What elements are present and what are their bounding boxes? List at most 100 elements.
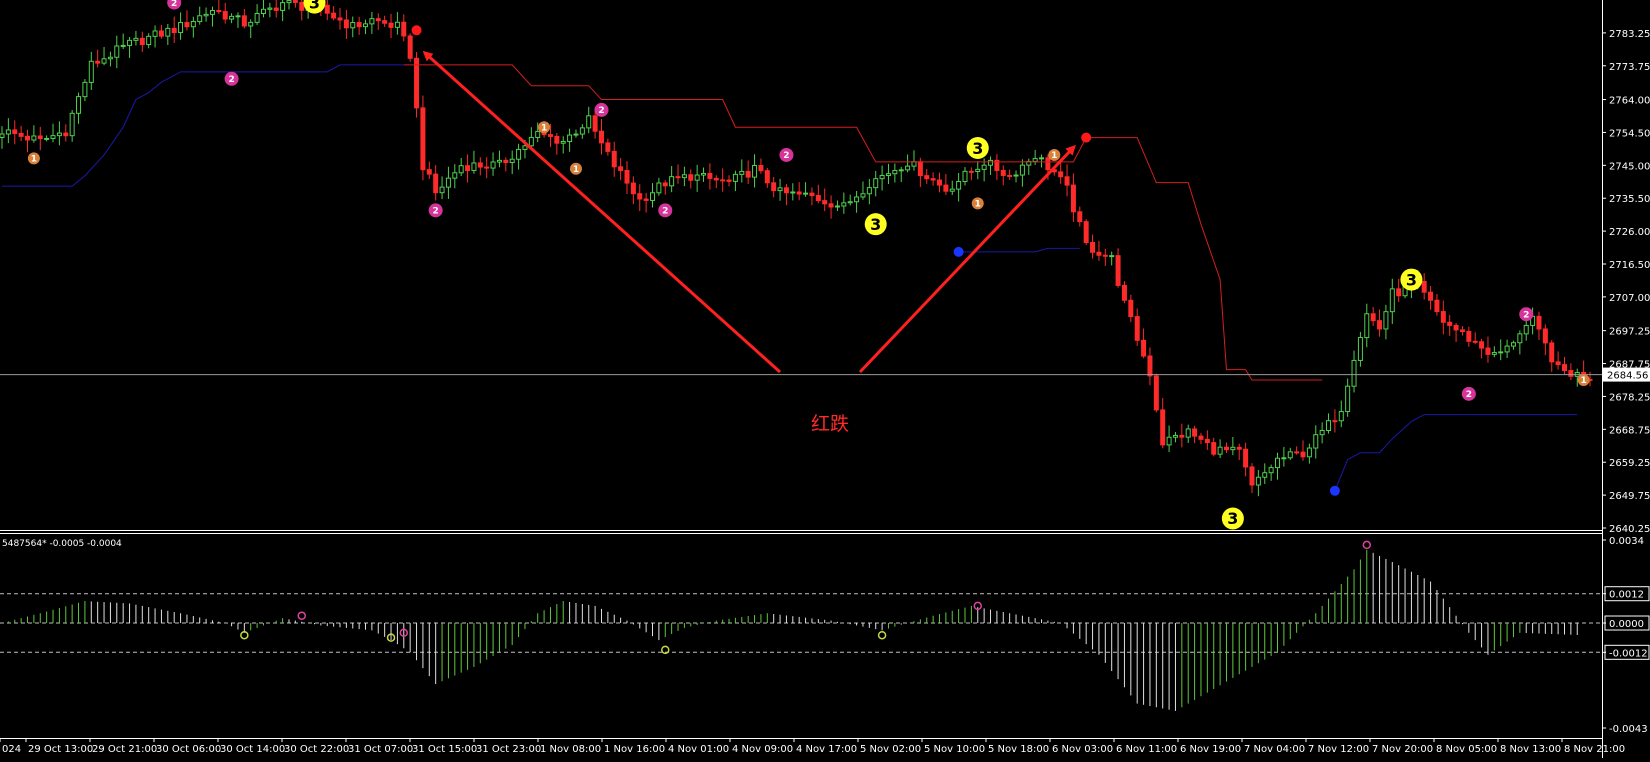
candle-body bbox=[146, 35, 152, 46]
candle-body bbox=[790, 191, 796, 194]
candle-body bbox=[1306, 447, 1312, 458]
candle-body bbox=[178, 22, 184, 34]
chart-canvas[interactable]: 3 3 3 3 3 2 2 2 2 2 2 2 2 1 1 1 1 1 1 2640.25 2649.75 2659.2… bbox=[0, 0, 1650, 758]
candle-body bbox=[1115, 255, 1121, 286]
candle-body bbox=[1351, 359, 1357, 387]
candle-body bbox=[650, 192, 656, 201]
candle-body bbox=[892, 169, 898, 175]
candle-body bbox=[343, 19, 349, 29]
candle-body bbox=[1058, 171, 1064, 178]
candle-body bbox=[752, 164, 758, 178]
wave-2-marker-label: 2 bbox=[433, 207, 439, 217]
time-tick-label: 8 Nov 21:00 bbox=[1564, 744, 1625, 755]
candle-body bbox=[433, 173, 439, 194]
candle-body bbox=[1070, 184, 1076, 213]
candle-body bbox=[866, 187, 872, 195]
candle-body bbox=[1466, 331, 1472, 342]
wave-2-marker-label: 2 bbox=[1523, 310, 1529, 320]
candle-body bbox=[1498, 351, 1504, 354]
price-tick-label: 2726.00 bbox=[1609, 227, 1650, 238]
candle-body bbox=[567, 134, 573, 143]
candle-body bbox=[847, 201, 853, 204]
candle-body bbox=[573, 133, 579, 136]
candle-body bbox=[1083, 221, 1089, 244]
candle-body bbox=[1479, 341, 1485, 349]
oscillator-title: 5487564* -0.0005 -0.0004 bbox=[2, 539, 122, 549]
candle-body bbox=[458, 165, 464, 174]
candle-body bbox=[535, 130, 541, 138]
candle-body bbox=[1287, 451, 1293, 459]
candle-body bbox=[1185, 428, 1191, 438]
candle-body bbox=[286, 0, 292, 4]
candle-body bbox=[1166, 436, 1172, 446]
candle-body bbox=[1421, 280, 1427, 293]
candle-body bbox=[726, 179, 732, 182]
candle-body bbox=[828, 203, 834, 208]
lower-stop-line bbox=[1334, 414, 1578, 491]
price-tick-label: 2716.50 bbox=[1609, 260, 1650, 271]
candle-body bbox=[50, 135, 56, 139]
candle-body bbox=[509, 158, 515, 164]
candle-body bbox=[337, 17, 343, 21]
candle-body bbox=[280, 2, 286, 11]
price-tick-label: 2707.00 bbox=[1609, 293, 1650, 304]
candle-body bbox=[885, 173, 891, 177]
candle-body bbox=[917, 161, 923, 177]
annotation-label: 红跌 bbox=[811, 413, 849, 435]
candle-body bbox=[229, 15, 235, 20]
oscillator-pane bbox=[0, 540, 1602, 711]
candle-body bbox=[82, 81, 88, 98]
candle-body bbox=[1077, 211, 1083, 223]
candle-body bbox=[88, 60, 94, 83]
candle-body bbox=[1472, 340, 1478, 343]
price-pane: 3 3 3 3 3 2 2 2 2 2 2 2 2 1 1 1 1 1 1 bbox=[0, 0, 1602, 530]
candle-body bbox=[31, 135, 37, 141]
oscillator-tick-label: 0.0000 bbox=[1609, 619, 1644, 630]
time-axis: 024 29 Oct 13:0029 Oct 21:0030 Oct 06:003… bbox=[0, 738, 1625, 755]
candle-body bbox=[1128, 299, 1134, 318]
candle-body bbox=[1319, 430, 1325, 436]
wave-3-marker-label: 3 bbox=[1406, 270, 1417, 289]
current-price-label: 2684.56 bbox=[1607, 371, 1648, 382]
candle-body bbox=[471, 162, 477, 171]
time-tick-label: 6 Nov 11:00 bbox=[1116, 744, 1177, 755]
candle-body bbox=[1326, 420, 1332, 432]
candle-body bbox=[1013, 174, 1019, 177]
time-tick-label: 5 Nov 02:00 bbox=[860, 744, 921, 755]
candle-body bbox=[592, 115, 598, 132]
candle-body bbox=[1121, 284, 1127, 301]
candle-body bbox=[331, 12, 337, 19]
wave-2-marker-label: 2 bbox=[783, 151, 789, 161]
candle-body bbox=[662, 182, 668, 187]
red-arrow bbox=[422, 50, 782, 374]
candle-body bbox=[394, 21, 400, 28]
candle-body bbox=[605, 142, 611, 152]
candle-body bbox=[1377, 320, 1383, 330]
price-tick-label: 2697.25 bbox=[1609, 327, 1650, 338]
wave-3-marker-label: 3 bbox=[1227, 509, 1238, 528]
time-tick-label: 29 Oct 21:00 bbox=[92, 744, 157, 755]
wave-3-marker-label: 3 bbox=[972, 139, 983, 158]
candle-body bbox=[248, 21, 254, 27]
candle-body bbox=[707, 172, 713, 179]
time-tick-label: 024 bbox=[2, 744, 21, 755]
wave-1-marker-label: 1 bbox=[975, 200, 981, 210]
candle-body bbox=[1179, 434, 1185, 438]
candle-body bbox=[139, 37, 145, 46]
time-tick-label: 5 Nov 10:00 bbox=[924, 744, 985, 755]
time-tick-label: 7 Nov 20:00 bbox=[1372, 744, 1433, 755]
candle-body bbox=[962, 170, 968, 183]
candle-body bbox=[1268, 467, 1274, 474]
candle-body bbox=[1019, 164, 1025, 176]
price-tick-label: 2735.50 bbox=[1609, 194, 1650, 205]
candle-body bbox=[5, 129, 11, 135]
candle-body bbox=[101, 58, 107, 64]
candle-body bbox=[611, 150, 617, 168]
candle-body bbox=[841, 202, 847, 207]
time-tick-label: 30 Oct 22:00 bbox=[284, 744, 349, 755]
candle-body bbox=[656, 182, 662, 194]
candle-body bbox=[1300, 451, 1306, 458]
candle-body bbox=[598, 130, 604, 144]
wave-2-marker-label: 2 bbox=[1466, 390, 1472, 400]
candle-body bbox=[739, 170, 745, 175]
